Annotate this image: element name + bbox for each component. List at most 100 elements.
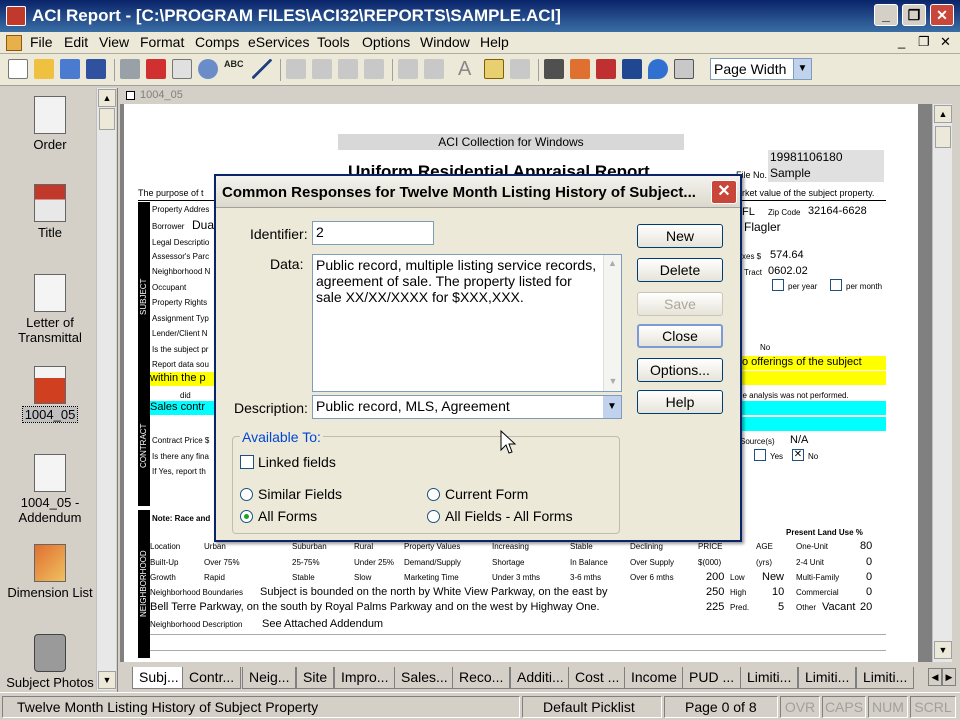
- tab-neighborhood[interactable]: Neig...: [242, 667, 297, 689]
- menu-eservices[interactable]: eServices: [248, 34, 309, 50]
- ruler-icon[interactable]: [596, 59, 616, 79]
- description-value[interactable]: See Attached Addendum: [262, 618, 383, 630]
- map-icon[interactable]: [674, 59, 694, 79]
- chevron-down-icon[interactable]: ▼: [793, 59, 811, 79]
- scroll-up-icon[interactable]: ▲: [934, 105, 952, 123]
- menu-edit[interactable]: Edit: [64, 34, 88, 50]
- save-icon[interactable]: [86, 59, 106, 79]
- tab-scroll-right-icon[interactable]: ▶: [942, 668, 956, 686]
- menu-format[interactable]: Format: [140, 34, 184, 50]
- tab-sales[interactable]: Sales...: [394, 667, 455, 689]
- mdi-restore-button[interactable]: ❐: [918, 34, 930, 50]
- sales-contract-highlight[interactable]: Sales contr: [150, 401, 220, 415]
- close-window-button[interactable]: ✕: [930, 4, 954, 26]
- menu-view[interactable]: View: [99, 34, 129, 50]
- land-use-pct[interactable]: 80: [860, 540, 872, 552]
- price-value[interactable]: 250: [706, 586, 724, 598]
- scroll-down-icon[interactable]: ▼: [934, 641, 952, 659]
- other-land-use-value[interactable]: Vacant: [822, 601, 855, 613]
- offerings-highlight-2[interactable]: [742, 371, 886, 385]
- tab-subject[interactable]: Subj...: [132, 667, 186, 689]
- minimize-button[interactable]: _: [874, 4, 898, 26]
- menu-help[interactable]: Help: [480, 34, 509, 50]
- table-icon[interactable]: [484, 59, 504, 79]
- tab-cost[interactable]: Cost ...: [568, 667, 627, 689]
- taxes-value[interactable]: 574.64: [770, 249, 804, 261]
- data-scrollbar[interactable]: ▲ ▼: [603, 255, 621, 391]
- boundaries-line-2[interactable]: Bell Terre Parkway, on the south by Roya…: [150, 601, 600, 613]
- menu-window[interactable]: Window: [420, 34, 470, 50]
- tab-improvements[interactable]: Impro...: [334, 667, 396, 689]
- per-month-checkbox[interactable]: [830, 279, 842, 291]
- sidebar-scroll-thumb[interactable]: [99, 108, 115, 130]
- tab-limiting-2[interactable]: Limiti...: [798, 667, 857, 689]
- menu-options[interactable]: Options: [362, 34, 410, 50]
- sidebar-item-dimension-list[interactable]: Dimension List: [2, 544, 98, 600]
- restore-button[interactable]: ❐: [902, 4, 926, 26]
- flood-icon[interactable]: [648, 59, 668, 79]
- tab-income[interactable]: Income: [624, 667, 684, 689]
- options-button[interactable]: Options...: [637, 358, 723, 382]
- delete-button[interactable]: Delete: [637, 258, 723, 282]
- age-value[interactable]: New: [762, 571, 784, 583]
- current-form-radio[interactable]: [427, 488, 440, 501]
- sidebar-item-addendum[interactable]: 1004_05 - Addendum: [2, 454, 98, 525]
- tab-scroll-left-icon[interactable]: ◀: [928, 668, 942, 686]
- cyan-highlight-2[interactable]: [742, 417, 886, 431]
- all-forms-radio[interactable]: [240, 510, 253, 523]
- identifier-field[interactable]: 2: [312, 221, 434, 245]
- tab-pud[interactable]: PUD ...: [682, 667, 742, 689]
- sidebar-item-letter[interactable]: Letter of Transmittal: [2, 274, 98, 345]
- tab-limiting-1[interactable]: Limiti...: [740, 667, 799, 689]
- sidebar-item-title[interactable]: Title: [2, 184, 98, 240]
- per-year-checkbox[interactable]: [772, 279, 784, 291]
- source-value[interactable]: N/A: [790, 434, 808, 446]
- tab-site[interactable]: Site: [296, 667, 335, 689]
- age-value[interactable]: 10: [772, 586, 784, 598]
- sidebar-scrollbar[interactable]: ▲ ▼: [96, 88, 116, 690]
- pen-icon[interactable]: [252, 59, 272, 79]
- sidebar-item-order[interactable]: Order: [2, 96, 98, 152]
- mdi-minimize-button[interactable]: _: [898, 34, 905, 49]
- scroll-down-icon[interactable]: ▼: [604, 373, 622, 389]
- menu-tools[interactable]: Tools: [317, 34, 350, 50]
- document-icon[interactable]: [6, 35, 22, 51]
- yes-checkbox[interactable]: [754, 449, 766, 461]
- cyan-highlight[interactable]: [742, 401, 886, 415]
- pdf-icon[interactable]: [146, 59, 166, 79]
- land-use-pct[interactable]: 0: [866, 586, 872, 598]
- tab-reconciliation[interactable]: Reco...: [452, 667, 511, 689]
- window-titlebar[interactable]: ACI Report - [C:\PROGRAM FILES\ACI32\REP…: [0, 0, 960, 32]
- similar-fields-radio[interactable]: [240, 488, 253, 501]
- font-icon[interactable]: A: [458, 59, 478, 79]
- app-icon[interactable]: [6, 6, 26, 26]
- tab-contract[interactable]: Contr...: [182, 667, 242, 689]
- menu-file[interactable]: File: [30, 34, 53, 50]
- sidebar-item-subject-photos[interactable]: Subject Photos: [2, 634, 98, 690]
- book-icon[interactable]: [510, 59, 530, 79]
- menu-comps[interactable]: Comps: [195, 34, 239, 50]
- linked-fields-checkbox[interactable]: [240, 455, 254, 469]
- sketch-icon[interactable]: [570, 59, 590, 79]
- print-preview-icon[interactable]: [172, 59, 192, 79]
- offerings-highlight[interactable]: o offerings of the subject: [742, 356, 886, 370]
- tab-limiting-3[interactable]: Limiti...: [856, 667, 915, 689]
- scroll-up-icon[interactable]: ▲: [98, 89, 116, 107]
- within-highlight[interactable]: within the p: [150, 372, 220, 386]
- no-checkbox[interactable]: ✕: [792, 449, 804, 461]
- tab-additional[interactable]: Additi...: [510, 667, 571, 689]
- find-icon[interactable]: [198, 59, 218, 79]
- document-scroll-thumb[interactable]: [935, 126, 951, 148]
- data-textarea[interactable]: Public record, multiple listing service …: [312, 254, 622, 392]
- land-use-pct[interactable]: 0: [866, 571, 872, 583]
- spellcheck-icon[interactable]: ABC: [224, 59, 244, 79]
- state-value[interactable]: FL: [742, 206, 755, 218]
- all-fields-all-forms-radio[interactable]: [427, 510, 440, 523]
- camera-toolbar-icon[interactable]: [544, 59, 564, 79]
- dialog-close-button[interactable]: ✕: [711, 180, 737, 204]
- scroll-down-icon[interactable]: ▼: [98, 671, 116, 689]
- dialog-titlebar[interactable]: Common Responses for Twelve Month Listin…: [216, 176, 740, 208]
- price-value[interactable]: 200: [706, 571, 724, 583]
- document-scrollbar[interactable]: ▲ ▼: [932, 104, 952, 660]
- open-folder-icon[interactable]: [34, 59, 54, 79]
